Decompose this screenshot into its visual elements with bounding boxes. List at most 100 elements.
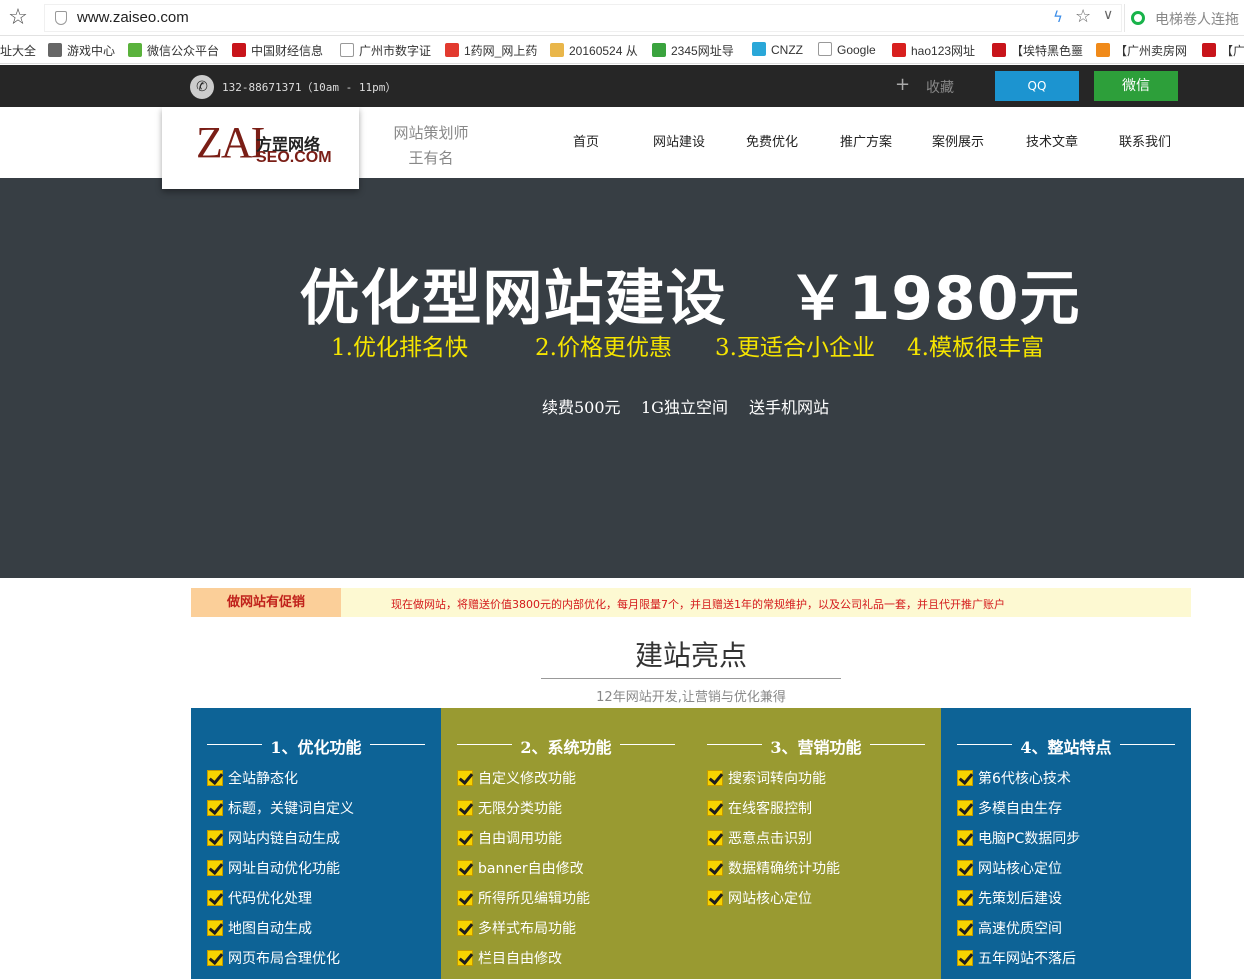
feature-list: 第6代核心技术 多模自由生存 电脑PC数据同步 网站核心定位 先策划后建设 高速优质空间五… bbox=[957, 768, 1080, 978]
nav-promotion-plan[interactable]: 推广方案 bbox=[840, 131, 892, 150]
feature-item: 地图自动生成 bbox=[207, 918, 354, 948]
hero-feature: 2.价格更优惠 bbox=[535, 335, 672, 361]
nav-website-building[interactable]: 网站建设 bbox=[653, 131, 705, 150]
bookmark-item[interactable]: 2345网址导 bbox=[652, 42, 734, 59]
bookmark-item[interactable]: 【广州卖房网 bbox=[1096, 42, 1187, 59]
nav-contact[interactable]: 联系我们 bbox=[1119, 131, 1171, 150]
promo-tag: 做网站有促销 bbox=[191, 588, 341, 617]
bookmark-item[interactable]: hao123网址 bbox=[892, 42, 975, 59]
checkbox-icon bbox=[457, 800, 473, 816]
feature-item: 网站核心定位 bbox=[957, 858, 1080, 888]
checkbox-icon bbox=[207, 920, 223, 936]
address-bar[interactable]: www.zaiseo.com ϟ ☆ ∨ bbox=[44, 4, 1122, 32]
checkbox-icon bbox=[207, 860, 223, 876]
checkbox-icon bbox=[957, 800, 973, 816]
feature-item: 代码优化处理 bbox=[207, 888, 354, 918]
feature-list: 全站静态化 标题，关键词自定义 网站内链自动生成 网址自动优化功能 代码优化处理 地图自动… bbox=[207, 768, 354, 978]
chevron-down-icon[interactable]: ∨ bbox=[1103, 7, 1113, 23]
favorite-star-icon[interactable]: ☆ bbox=[1075, 6, 1091, 27]
bookmark-item[interactable]: 20160524 从 bbox=[550, 42, 638, 59]
feature-item-label: 代码优化处理 bbox=[228, 891, 312, 907]
bookmark-item[interactable]: 址大全 bbox=[0, 42, 36, 59]
nav-home[interactable]: 首页 bbox=[573, 131, 599, 150]
bookmark-favicon-icon bbox=[48, 43, 62, 57]
favorite-link[interactable]: 收藏 bbox=[926, 77, 954, 97]
lightning-icon[interactable]: ϟ bbox=[1053, 8, 1063, 26]
bookmark-favicon-icon bbox=[232, 43, 246, 57]
checkbox-icon bbox=[457, 920, 473, 936]
bookmarks-bar: 址大全 游戏中心 微信公众平台 中国财经信息 广州市数字证 1药网_网上药 20160524… bbox=[0, 36, 1244, 64]
bookmark-item[interactable]: Google bbox=[818, 42, 876, 57]
site-topbar: ✆ 132-88671371（10am - 11pm） + 收藏 QQ 微信 bbox=[0, 65, 1244, 107]
browser-toolbar: ☆ www.zaiseo.com ϟ ☆ ∨ 电梯卷人连拖 bbox=[0, 0, 1244, 36]
feature-list: 搜索词转向功能 在线客服控制 恶意点击识别 数据精确统计功能 网站核心定位 bbox=[707, 768, 840, 918]
checkbox-icon bbox=[707, 830, 723, 846]
feature-item: 自由调用功能 bbox=[457, 828, 590, 858]
bookmark-item[interactable]: 1药网_网上药 bbox=[445, 42, 537, 59]
bookmark-label: 1药网_网上药 bbox=[464, 44, 538, 58]
feature-item-label: 网址自动优化功能 bbox=[228, 861, 340, 877]
planner-info: 网站策划师 王有名 bbox=[390, 121, 472, 171]
feature-column-title: 1、优化功能 bbox=[207, 734, 425, 758]
bookmark-label: 【广 bbox=[1221, 44, 1244, 58]
feature-item: 数据精确统计功能 bbox=[707, 858, 840, 888]
bookmark-star-icon[interactable]: ☆ bbox=[6, 6, 30, 30]
feature-item: 电脑PC数据同步 bbox=[957, 828, 1080, 858]
search-box[interactable]: 电梯卷人连拖 bbox=[1124, 4, 1244, 32]
qq-button[interactable]: QQ bbox=[995, 71, 1079, 101]
section-title: 建站亮点 bbox=[634, 639, 747, 672]
bookmark-label: 游戏中心 bbox=[67, 44, 116, 58]
feature-item-label: 自定义修改功能 bbox=[478, 771, 576, 787]
bookmark-item[interactable]: 中国财经信息 bbox=[232, 42, 323, 59]
feature-item: 网页布局合理优化 bbox=[207, 948, 354, 978]
site-logo[interactable]: ZAI 方罡网络 SEO.COM bbox=[162, 107, 359, 189]
bookmark-favicon-icon bbox=[550, 43, 564, 57]
phone-number: 132-88671371（10am - 11pm） bbox=[222, 81, 397, 94]
feature-item: 多样式布局功能 bbox=[457, 918, 590, 948]
hero-banner[interactable]: 优化型网站建设 ￥1980元 1.优化排名快 2.价格更优惠 3.更适合小企业 … bbox=[0, 178, 1244, 578]
feature-item-label: 网站内链自动生成 bbox=[228, 831, 340, 847]
bookmark-item[interactable]: 广州市数字证 bbox=[340, 42, 431, 59]
checkbox-icon bbox=[457, 830, 473, 846]
plus-icon[interactable]: + bbox=[895, 74, 910, 95]
feature-column: 2、系统功能自定义修改功能 无限分类功能 自由调用功能 banner自由修改 所得所见编… bbox=[441, 708, 691, 979]
bookmark-label: hao123网址 bbox=[911, 44, 976, 58]
search-input[interactable]: 电梯卷人连拖 bbox=[1155, 9, 1239, 29]
url-text[interactable]: www.zaiseo.com bbox=[77, 9, 189, 26]
hero-perk: 送手机网站 bbox=[749, 398, 830, 417]
wechat-button[interactable]: 微信 bbox=[1094, 71, 1178, 101]
feature-column-title: 2、系统功能 bbox=[457, 734, 675, 758]
checkbox-icon bbox=[707, 800, 723, 816]
feature-item: 所得所见编辑功能 bbox=[457, 888, 590, 918]
nav-cases[interactable]: 案例展示 bbox=[932, 131, 984, 150]
bookmark-item[interactable]: 游戏中心 bbox=[48, 42, 115, 59]
bookmark-favicon-icon bbox=[1202, 43, 1216, 57]
security-shield-icon[interactable] bbox=[55, 11, 67, 25]
feature-item-label: 自由调用功能 bbox=[478, 831, 562, 847]
feature-item: 网站核心定位 bbox=[707, 888, 840, 918]
feature-item-label: 栏目自由修改 bbox=[478, 951, 562, 967]
checkbox-icon bbox=[207, 800, 223, 816]
checkbox-icon bbox=[707, 770, 723, 786]
section-divider bbox=[541, 678, 841, 679]
checkbox-icon bbox=[207, 770, 223, 786]
checkbox-icon bbox=[957, 890, 973, 906]
feature-list: 自定义修改功能 无限分类功能 自由调用功能 banner自由修改 所得所见编辑功能 多样式… bbox=[457, 768, 590, 978]
bookmark-favicon-icon bbox=[445, 43, 459, 57]
feature-item-label: 在线客服控制 bbox=[728, 801, 812, 817]
checkbox-icon bbox=[957, 920, 973, 936]
nav-articles[interactable]: 技术文章 bbox=[1026, 131, 1078, 150]
promo-bar: 做网站有促销 现在做网站，将赠送价值3800元的内部优化，每月限量7个，并且赠送… bbox=[191, 588, 1191, 617]
bookmark-item[interactable]: 【埃特黑色噩 bbox=[992, 42, 1083, 59]
hero-feature: 3.更适合小企业 bbox=[715, 335, 875, 361]
feature-item-label: 数据精确统计功能 bbox=[728, 861, 840, 877]
hero-perk: 1G独立空间 bbox=[641, 398, 728, 417]
checkbox-icon bbox=[457, 860, 473, 876]
checkbox-icon bbox=[457, 950, 473, 966]
nav-free-seo[interactable]: 免费优化 bbox=[746, 131, 798, 150]
checkbox-icon bbox=[207, 890, 223, 906]
bookmark-favicon-icon bbox=[992, 43, 1006, 57]
bookmark-item[interactable]: CNZZ bbox=[752, 42, 803, 57]
bookmark-item[interactable]: 【广 bbox=[1202, 42, 1244, 59]
bookmark-item[interactable]: 微信公众平台 bbox=[128, 42, 219, 59]
